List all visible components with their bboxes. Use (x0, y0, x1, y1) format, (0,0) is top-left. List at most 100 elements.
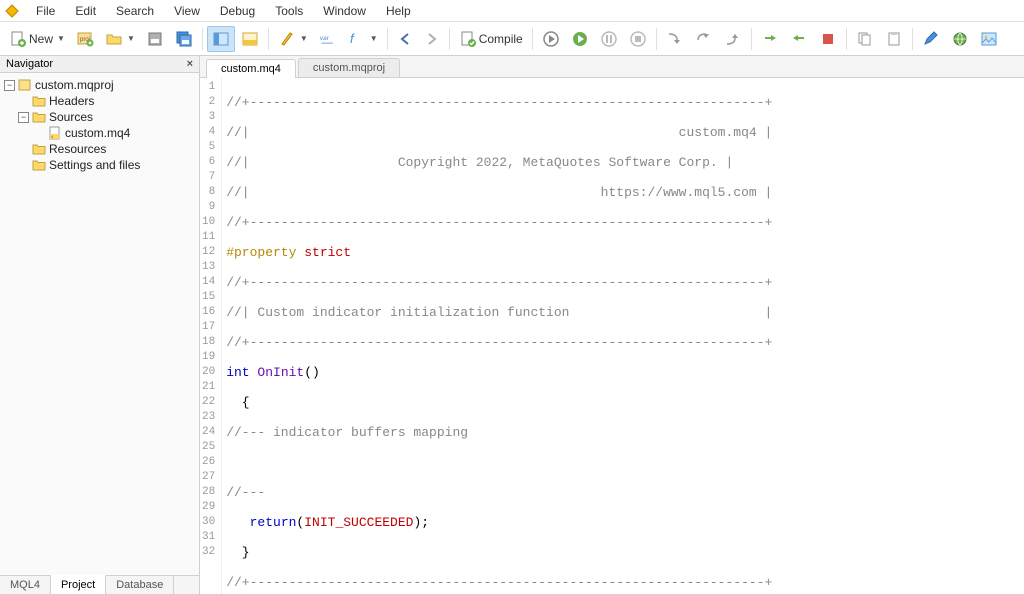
mq4-file-icon: 4 (48, 126, 62, 140)
tree-file-custom[interactable]: 4 custom.mq4 (2, 125, 197, 141)
menu-file[interactable]: File (26, 2, 65, 20)
save-icon (146, 30, 164, 48)
edit-button[interactable] (917, 26, 945, 52)
expander-icon[interactable]: − (18, 112, 29, 123)
tree-folder-headers[interactable]: Headers (2, 93, 197, 109)
toolbar: New ▼ proj ▼ ▼ var f ▼ Compile (0, 22, 1024, 56)
debug-run-icon (542, 30, 560, 48)
folder-icon (32, 111, 46, 123)
separator (846, 28, 847, 50)
new-file-icon (9, 30, 27, 48)
code-content[interactable]: //+-------------------------------------… (222, 78, 776, 594)
stop-icon (629, 30, 647, 48)
pause-icon (600, 30, 618, 48)
tree-folder-resources[interactable]: Resources (2, 141, 197, 157)
debug-start-button[interactable] (537, 26, 565, 52)
close-icon[interactable]: × (187, 58, 193, 70)
separator (449, 28, 450, 50)
menu-help[interactable]: Help (376, 2, 421, 20)
styler-button[interactable]: ▼ (273, 26, 313, 52)
breakpoint-clear-button[interactable] (785, 26, 813, 52)
nav-tab-mql4[interactable]: MQL4 (0, 576, 51, 594)
tree-label: Sources (49, 110, 93, 124)
nav-tab-database[interactable]: Database (106, 576, 174, 594)
menu-edit[interactable]: Edit (65, 2, 106, 20)
globe-button[interactable] (946, 26, 974, 52)
tree-root-label: custom.mqproj (35, 78, 114, 92)
step-over-icon (695, 30, 713, 48)
folder-icon (32, 159, 46, 171)
editor-area: custom.mq4 custom.mqproj 123456789101112… (200, 56, 1024, 594)
line-gutter: 1234567891011121314151617181920212223242… (200, 78, 222, 594)
run-button[interactable] (566, 26, 594, 52)
step-out-button[interactable] (719, 26, 747, 52)
function-button[interactable]: f ▼ (343, 26, 383, 52)
breakpoint-toggle-button[interactable] (756, 26, 784, 52)
menu-search[interactable]: Search (106, 2, 164, 20)
open-button[interactable]: ▼ (100, 26, 140, 52)
project-icon (18, 78, 32, 92)
separator (202, 28, 203, 50)
menubar: File Edit Search View Debug Tools Window… (0, 0, 1024, 22)
expander-icon[interactable]: − (4, 80, 15, 91)
navigator-tabs: MQL4 Project Database (0, 575, 199, 594)
separator (912, 28, 913, 50)
project-icon: proj (76, 30, 94, 48)
arrow-right-icon (424, 31, 440, 47)
new-button[interactable]: New ▼ (4, 26, 70, 52)
image-button[interactable] (975, 26, 1003, 52)
new-proj-button[interactable]: proj (71, 26, 99, 52)
panel-left-icon (212, 30, 230, 48)
copy-button[interactable] (851, 26, 879, 52)
tree-label: Headers (49, 94, 94, 108)
separator (268, 28, 269, 50)
separator (656, 28, 657, 50)
var-button[interactable]: var (314, 26, 342, 52)
dropdown-icon: ▼ (370, 34, 378, 43)
tree-root[interactable]: − custom.mqproj (2, 77, 197, 93)
forward-button[interactable] (419, 27, 445, 51)
svg-text:f: f (350, 31, 355, 46)
step-into-button[interactable] (661, 26, 689, 52)
menu-tools[interactable]: Tools (265, 2, 313, 20)
tree-folder-sources[interactable]: − Sources (2, 109, 197, 125)
breakpoint-rect-icon (819, 30, 837, 48)
compile-button[interactable]: Compile (454, 26, 528, 52)
dropdown-icon: ▼ (127, 34, 135, 43)
menu-window[interactable]: Window (313, 2, 376, 20)
code-editor[interactable]: 1234567891011121314151617181920212223242… (200, 78, 1024, 594)
stop-button[interactable] (624, 26, 652, 52)
compile-icon (459, 30, 477, 48)
navigator-header: Navigator × (0, 56, 199, 73)
function-icon: f (348, 30, 366, 48)
save-all-button[interactable] (170, 26, 198, 52)
nav-tab-project[interactable]: Project (51, 575, 106, 594)
pause-button[interactable] (595, 26, 623, 52)
breakpoint-list-button[interactable] (814, 26, 842, 52)
back-button[interactable] (392, 27, 418, 51)
new-button-label: New (29, 32, 53, 46)
svg-text:var: var (320, 34, 330, 41)
paste-button[interactable] (880, 26, 908, 52)
tree-folder-settings[interactable]: Settings and files (2, 157, 197, 173)
compile-button-label: Compile (479, 32, 523, 46)
tree-label: Settings and files (49, 158, 140, 172)
menu-view[interactable]: View (164, 2, 210, 20)
paste-icon (885, 30, 903, 48)
menu-debug[interactable]: Debug (210, 2, 265, 20)
tree-label: Resources (49, 142, 106, 156)
image-icon (980, 30, 998, 48)
editor-tab-custom-mq4[interactable]: custom.mq4 (206, 59, 296, 78)
dropdown-icon: ▼ (57, 34, 65, 43)
pencil-icon (922, 30, 940, 48)
tree-label: custom.mq4 (65, 126, 130, 140)
toggle-navigator-button[interactable] (207, 26, 235, 52)
globe-icon (951, 30, 969, 48)
editor-tab-custom-mqproj[interactable]: custom.mqproj (298, 58, 400, 77)
folder-icon (32, 95, 46, 107)
main-area: Navigator × − custom.mqproj Headers − So… (0, 56, 1024, 594)
toggle-toolbox-button[interactable] (236, 26, 264, 52)
step-over-button[interactable] (690, 26, 718, 52)
save-button[interactable] (141, 26, 169, 52)
panel-bottom-icon (241, 30, 259, 48)
